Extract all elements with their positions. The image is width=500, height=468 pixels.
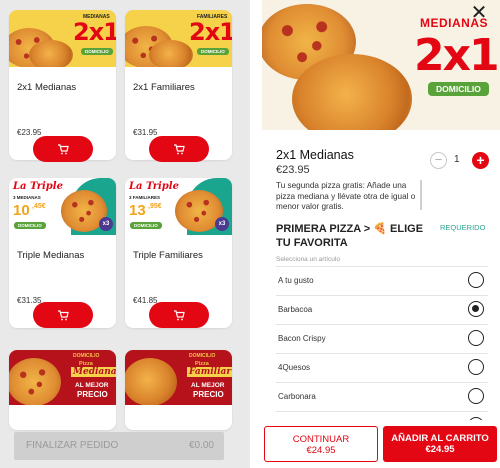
option-label: Carbonara (278, 392, 316, 401)
option-radio[interactable] (468, 272, 484, 288)
triple-logo: La Triple (13, 181, 63, 192)
quantity-increase-button[interactable]: + (472, 152, 489, 169)
close-icon[interactable]: ✕ (468, 2, 490, 24)
product-banner: La Triple 3 FAMILIARES 13 ,95€ DOMICILIO… (125, 178, 232, 235)
x3-badge: x3 (215, 217, 229, 231)
option-row[interactable]: Barbacoa (276, 295, 488, 323)
cart-total: €0.00 (188, 440, 214, 451)
cart-icon (174, 143, 185, 154)
option-radio[interactable] (468, 330, 484, 346)
option-label: Bacon Crispy (278, 334, 326, 343)
option-label: Barbacoa (278, 305, 313, 314)
pizza-image (29, 40, 73, 67)
product-card[interactable]: DOMICILIO Pizza Familiar AL MEJOR PRECIO (125, 350, 232, 430)
pizza-image (9, 358, 61, 405)
cart-icon (58, 309, 69, 320)
product-banner: La Triple 3 MEDIANAS 10 ,45€ DOMICILIO x… (9, 178, 116, 235)
add-to-cart-button[interactable] (33, 302, 93, 328)
pizza-image (292, 54, 412, 130)
banner-line: Familiar (187, 367, 232, 377)
description-scrollbar[interactable] (420, 180, 422, 210)
banner-top: DOMICILIO (73, 353, 100, 359)
banner-price-small: ,95€ (148, 203, 162, 210)
triple-logo: La Triple (129, 181, 179, 192)
product-banner: DOMICILIO Pizza Familiar AL MEJOR PRECIO (125, 350, 232, 405)
banner-tag: 3 FAMILIARES (129, 195, 161, 200)
banner-line: PRECIO (193, 390, 224, 399)
product-card[interactable]: DOMICILIO Pizza Mediana AL MEJOR PRECIO (9, 350, 116, 430)
product-title: Triple Medianas (17, 250, 85, 261)
option-row[interactable]: 4Quesos (276, 353, 488, 381)
add-price: €24.95 (425, 444, 455, 455)
product-title: 2x1 Medianas (17, 82, 77, 93)
add-to-cart-button[interactable]: AÑADIR AL CARRITO €24.95 (383, 426, 497, 462)
option-row[interactable]: Carbonara (276, 382, 488, 410)
add-to-cart-button[interactable] (149, 136, 209, 162)
banner-line: AL MEJOR (191, 382, 225, 389)
finalize-order-button[interactable]: FINALIZAR PEDIDO €0.00 (14, 432, 224, 460)
option-label: A tu gusto (278, 276, 314, 285)
add-to-cart-button[interactable] (33, 136, 93, 162)
add-label: AÑADIR AL CARRITO (391, 433, 489, 444)
add-to-cart-button[interactable] (149, 302, 209, 328)
banner-line: AL MEJOR (75, 382, 109, 389)
banner-2x1: 2x1 (73, 18, 116, 46)
hero-2x1: 2x1 (414, 30, 500, 81)
quantity-decrease-button[interactable]: − (430, 152, 447, 169)
product-banner: MEDIANAS 2x1 DOMICILIO (9, 10, 116, 67)
option-row[interactable]: A tu gusto (276, 266, 488, 294)
banner-badge: DOMICILIO (130, 222, 162, 229)
banner-top: DOMICILIO (189, 353, 216, 359)
option-radio[interactable] (468, 359, 484, 375)
product-detail-panel: MEDIANAS 2x1 DOMICILIO ✕ 2x1 Medianas €2… (250, 0, 500, 468)
banner-price-big: 10 (13, 202, 30, 219)
banner-line: PRECIO (77, 390, 108, 399)
option-radio[interactable] (468, 301, 484, 317)
product-title: 2x1 Familiares (133, 82, 195, 93)
banner-badge: DOMICILIO (197, 48, 229, 55)
quantity-value: 1 (454, 154, 460, 165)
product-banner: DOMICILIO Pizza Mediana AL MEJOR PRECIO (9, 350, 116, 405)
cart-icon (174, 309, 185, 320)
hero-badge: DOMICILIO (428, 82, 489, 96)
option-radio[interactable] (468, 388, 484, 404)
detail-price: €23.95 (276, 164, 310, 176)
banner-price-small: ,45€ (32, 203, 46, 210)
option-row[interactable]: Bacon Crispy (276, 324, 488, 352)
banner-price-big: 13 (129, 202, 146, 219)
banner-line: Mediana (71, 367, 116, 377)
product-grid-panel: MEDIANAS 2x1 DOMICILIO 2x1 Medianas €23.… (0, 0, 250, 468)
product-banner: FAMILIARES 2x1 DOMICILIO (125, 10, 232, 67)
option-label: 4Quesos (278, 363, 311, 372)
detail-title: 2x1 Medianas (276, 148, 354, 162)
product-price: €23.95 (17, 128, 42, 137)
product-title: Triple Familiares (133, 250, 203, 261)
action-bar: CONTINUAR €24.95 AÑADIR AL CARRITO €24.9… (250, 420, 500, 468)
banner-badge: DOMICILIO (81, 48, 113, 55)
cart-icon (58, 143, 69, 154)
hero-banner: MEDIANAS 2x1 DOMICILIO (262, 0, 500, 130)
required-label: REQUERIDO (440, 223, 486, 232)
continue-button[interactable]: CONTINUAR €24.95 (264, 426, 378, 462)
product-price: €31.95 (133, 128, 158, 137)
option-hint: Selecciona un artículo (276, 256, 340, 263)
product-description: Tu segunda pizza gratis: Añade una pizza… (276, 181, 416, 211)
option-group-title: PRIMERA PIZZA > 🍕 ELIGE TU FAVORITA (276, 223, 424, 249)
pizza-image (149, 40, 193, 67)
continue-label: CONTINUAR (292, 434, 350, 445)
banner-2x1: 2x1 (189, 18, 232, 46)
banner-badge: DOMICILIO (14, 222, 46, 229)
finalize-label: FINALIZAR PEDIDO (26, 440, 119, 451)
continue-price: €24.95 (306, 445, 336, 456)
x3-badge: x3 (99, 217, 113, 231)
banner-tag: 3 MEDIANAS (13, 195, 41, 200)
pizza-image (125, 358, 177, 405)
